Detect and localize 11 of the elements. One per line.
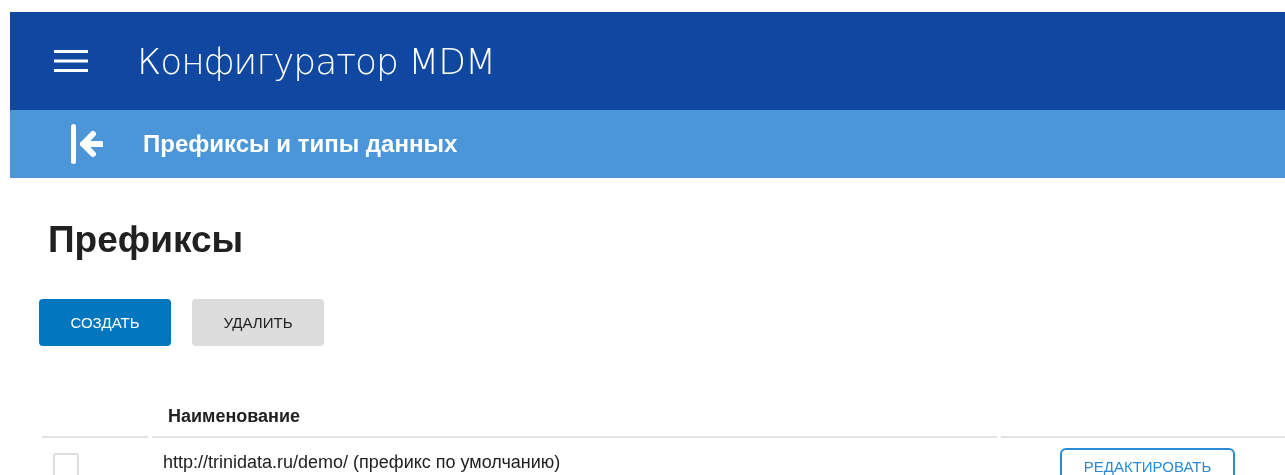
menu-icon[interactable] (54, 50, 88, 72)
collapse-arrow-icon[interactable] (71, 124, 103, 164)
table-cell: http://trinidata.ru/demo/ (префикс по умолчанию) (163, 451, 561, 472)
app-title: Конфигуратор MDM (137, 40, 496, 82)
create-button[interactable]: СОЗДАТЬ (39, 299, 171, 346)
row-checkbox[interactable] (53, 453, 79, 475)
column-header: Наименование (168, 405, 301, 427)
page-heading: Префиксы (48, 218, 245, 262)
delete-button[interactable]: УДАЛИТЬ (192, 299, 324, 346)
section-title: Префиксы и типы данных (143, 130, 458, 158)
edit-button[interactable]: РЕДАКТИРОВАТЬ (1060, 448, 1235, 475)
